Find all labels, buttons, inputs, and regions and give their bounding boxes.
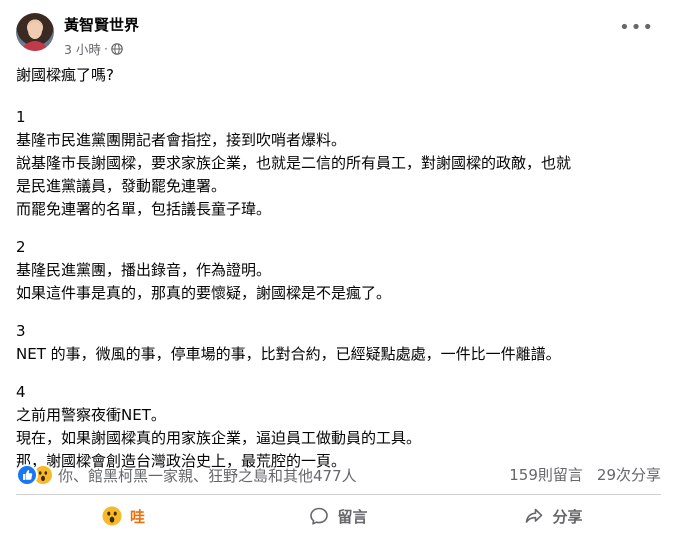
comments-count[interactable]: 159則留言	[509, 464, 583, 485]
post-line: 基隆市民進黨團開記者會指控，接到吹哨者爆料。	[16, 131, 347, 149]
author-avatar[interactable]	[16, 13, 54, 51]
post-line: 是民進黨議員，發動罷免連署。	[16, 177, 227, 195]
post-line: 如果這件事是真的，那真的要懷疑，謝國樑是不是瘋了。	[16, 284, 392, 302]
post-line: 之前用警察夜衝NET。	[16, 406, 166, 424]
post-line: 1	[16, 108, 26, 126]
author-name[interactable]: 黃智賢世界	[64, 14, 139, 35]
post-line: NET 的事，微風的事，停車場的事，比對合約，已經疑點處處，一件比一件離譜。	[16, 345, 561, 363]
post-stats: 你、館黑柯黑一家親、狂野之島和其他477人 159則留言 29次分享	[16, 464, 661, 486]
post-line: 基隆民進黨團，播出錄音，作為證明。	[16, 261, 272, 279]
post-line: 謝國樑瘋了嗎?	[16, 66, 114, 84]
share-icon	[526, 508, 543, 523]
globe-icon[interactable]	[111, 42, 123, 55]
post-body: 謝國樑瘋了嗎? 1 基隆市民進黨團開記者會指控，接到吹哨者爆料。 說基隆市長謝國…	[16, 64, 664, 473]
post-actions: 哇 留言 分享	[16, 499, 661, 533]
comment-button[interactable]: 留言	[231, 499, 446, 533]
meta-separator: ·	[103, 41, 108, 56]
share-button[interactable]: 分享	[446, 499, 661, 533]
post-time[interactable]: 3 小時	[64, 39, 101, 58]
post-line: 現在，如果謝國樑真的用家族企業，逼迫員工做動員的工具。	[16, 429, 422, 447]
reactions-summary[interactable]: 你、館黑柯黑一家親、狂野之島和其他477人	[16, 464, 357, 486]
share-label: 分享	[552, 507, 583, 526]
reactions-text: 你、館黑柯黑一家親、狂野之島和其他477人	[58, 466, 357, 485]
post-line: 2	[16, 238, 26, 256]
actions-divider	[16, 494, 661, 495]
react-label: 哇	[129, 507, 145, 526]
comment-icon	[310, 507, 329, 525]
comment-label: 留言	[337, 507, 368, 526]
post-line: 說基隆市長謝國樑，要求家族企業，也就是二信的所有員工，對謝國樑的政敵，也就	[16, 154, 572, 172]
wow-reaction-icon	[102, 506, 122, 526]
like-reaction-icon	[16, 464, 38, 486]
post-card: 黃智賢世界 3 小時 · ••• 謝國樑瘋了嗎? 1 基隆市民進黨團開記者會指控…	[0, 0, 675, 537]
react-button[interactable]: 哇	[16, 499, 231, 533]
post-meta: 3 小時 ·	[64, 39, 123, 58]
post-line: 4	[16, 383, 26, 401]
post-line: 而罷免連署的名單，包括議長童子瑋。	[16, 200, 272, 218]
shares-count[interactable]: 29次分享	[597, 464, 661, 485]
post-line: 3	[16, 322, 26, 340]
more-options-icon[interactable]: •••	[619, 19, 654, 37]
